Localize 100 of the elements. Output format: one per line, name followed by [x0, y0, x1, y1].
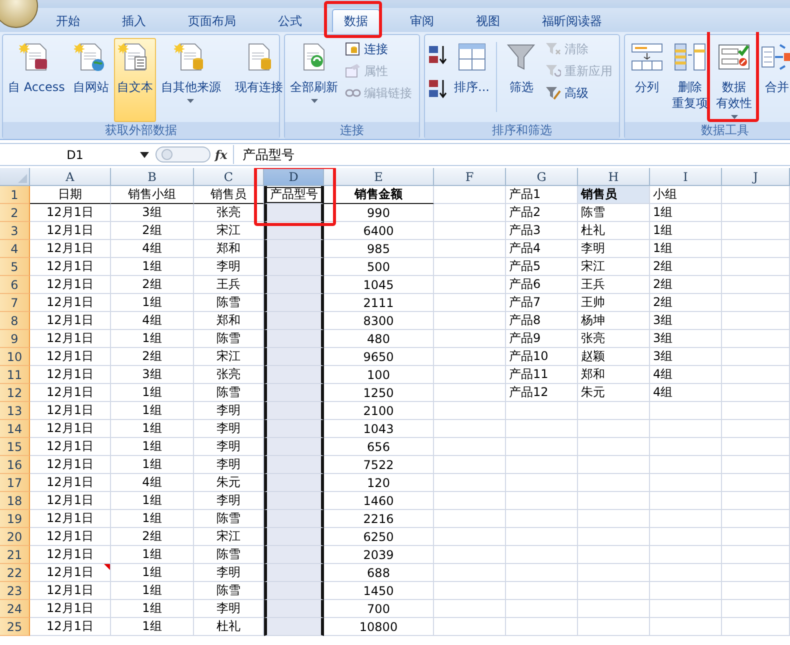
ribbon-button[interactable]: 自文本	[114, 38, 156, 122]
table-cell	[722, 204, 790, 222]
column-header[interactable]: J	[722, 168, 790, 186]
column-header[interactable]: D	[264, 168, 324, 186]
table-cell: 2100	[324, 402, 434, 420]
table-cell: 张亮	[578, 330, 650, 348]
row-header[interactable]: 17	[0, 474, 30, 492]
column-header[interactable]: F	[434, 168, 506, 186]
ribbon-button[interactable]: 自 Access	[5, 38, 68, 122]
column-header[interactable]: A	[30, 168, 111, 186]
ribbon-button[interactable]: 自网站	[70, 38, 112, 122]
table-cell: 1045	[324, 276, 434, 294]
table-cell: 4组	[111, 312, 194, 330]
row-header[interactable]: 16	[0, 456, 30, 474]
row-header[interactable]: 7	[0, 294, 30, 312]
row-header[interactable]: 1	[0, 186, 30, 204]
table-cell	[578, 618, 650, 636]
table-cell	[506, 546, 578, 564]
ribbon-tab[interactable]: 审阅	[398, 9, 446, 32]
row-header[interactable]: 12	[0, 384, 30, 402]
row-header[interactable]: 15	[0, 438, 30, 456]
row-header[interactable]: 21	[0, 546, 30, 564]
table-cell	[434, 474, 506, 492]
table-cell	[264, 330, 324, 348]
row-header[interactable]: 11	[0, 366, 30, 384]
row-header[interactable]: 2	[0, 204, 30, 222]
sort-descending-icon[interactable]	[427, 78, 449, 100]
row-header[interactable]: 24	[0, 600, 30, 618]
column-header[interactable]: B	[111, 168, 194, 186]
ribbon-tab[interactable]: 公式	[266, 9, 314, 32]
formula-field[interactable]: 产品型号	[233, 145, 790, 164]
row-header[interactable]: 10	[0, 348, 30, 366]
row-header[interactable]: 23	[0, 582, 30, 600]
ribbon-tab[interactable]: 开始	[44, 9, 92, 32]
ribbon-tab[interactable]: 数据	[332, 9, 380, 32]
table-cell	[264, 456, 324, 474]
table-cell: 王帅	[578, 294, 650, 312]
row-header[interactable]: 13	[0, 402, 30, 420]
table-cell: 赵颖	[578, 348, 650, 366]
table-cell	[506, 492, 578, 510]
column-header[interactable]: G	[506, 168, 578, 186]
table-cell: 1组	[111, 492, 194, 510]
row-header[interactable]: 25	[0, 618, 30, 636]
row-header[interactable]: 8	[0, 312, 30, 330]
table-cell	[578, 492, 650, 510]
ribbon-button[interactable]: 删除 重复项	[669, 38, 711, 122]
table-cell	[264, 366, 324, 384]
table-cell	[264, 294, 324, 312]
table-cell	[434, 186, 506, 204]
table-cell: 1043	[324, 420, 434, 438]
table-cell: 2组	[111, 528, 194, 546]
table-cell	[434, 600, 506, 618]
table-cell	[264, 438, 324, 456]
table-cell: 8300	[324, 312, 434, 330]
column-header[interactable]: C	[194, 168, 264, 186]
ribbon-button[interactable]: 分列	[627, 38, 667, 122]
row-header[interactable]: 22	[0, 564, 30, 582]
ribbon-button[interactable]: 自其他来源	[158, 38, 224, 122]
ribbon-small-button[interactable]: 连接	[343, 39, 414, 59]
table-cell: 产品7	[506, 294, 578, 312]
table-cell	[506, 420, 578, 438]
table-cell: 2组	[111, 348, 194, 366]
table-cell	[434, 564, 506, 582]
ribbon-button[interactable]: 数据 有效性	[713, 38, 755, 122]
column-header[interactable]: H	[578, 168, 650, 186]
sort-ascending-icon[interactable]	[427, 44, 449, 66]
table-cell: 日期	[30, 186, 111, 204]
row-header[interactable]: 19	[0, 510, 30, 528]
ribbon-button[interactable]: 筛选	[501, 38, 542, 122]
row-header[interactable]: 5	[0, 258, 30, 276]
ribbon-button[interactable]: 全部刷新	[287, 38, 341, 122]
row-header[interactable]: 6	[0, 276, 30, 294]
ribbon-button[interactable]: 排序...	[451, 38, 492, 122]
table-cell	[650, 600, 722, 618]
ribbon-tab[interactable]: 插入	[110, 9, 158, 32]
ribbon-tab[interactable]: 视图	[464, 9, 512, 32]
table-cell	[722, 528, 790, 546]
name-box[interactable]: D1	[0, 145, 140, 164]
resize-handle-icon[interactable]	[155, 145, 211, 164]
row-header[interactable]: 3	[0, 222, 30, 240]
ribbon-button[interactable]: 现有连接	[232, 38, 286, 122]
row-header[interactable]: 18	[0, 492, 30, 510]
insert-function-button[interactable]: fx	[215, 148, 234, 162]
row-header[interactable]: 14	[0, 420, 30, 438]
table-cell: 郑和	[578, 366, 650, 384]
ribbon-small-button[interactable]: 高级	[543, 83, 614, 103]
column-header[interactable]: I	[650, 168, 722, 186]
dropdown-caret-icon[interactable]	[140, 152, 149, 158]
row-header[interactable]: 4	[0, 240, 30, 258]
column-header[interactable]: E	[324, 168, 434, 186]
ribbon-tab[interactable]: 页面布局	[176, 9, 248, 32]
table-cell: 1组	[111, 258, 194, 276]
row-header[interactable]: 20	[0, 528, 30, 546]
ribbon-tab[interactable]: 福昕阅读器	[530, 9, 614, 32]
table-cell: 李明	[194, 600, 264, 618]
ribbon-button[interactable]: 合并	[757, 38, 790, 122]
table-cell	[722, 582, 790, 600]
row-header[interactable]: 9	[0, 330, 30, 348]
table-cell: 1组	[650, 240, 722, 258]
table-cell	[650, 528, 722, 546]
